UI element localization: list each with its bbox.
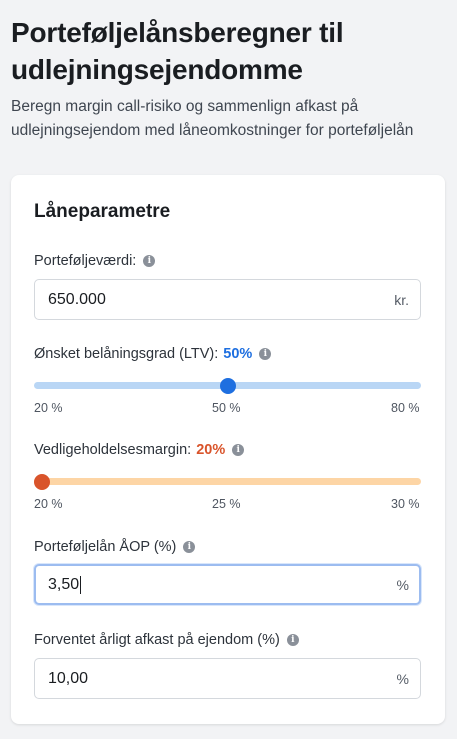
apr-label: Porteføljelån ÅOP (%) i	[34, 539, 196, 555]
percent-suffix: %	[396, 671, 409, 687]
mm-tick-mid: 25 %	[212, 497, 241, 511]
return-value-text: 10,00	[48, 670, 89, 687]
return-label: Forventet årligt afkast på ejendom (%) i	[34, 632, 299, 648]
mm-tick-max: 30 %	[391, 497, 420, 511]
apr-value-text: 3,50	[48, 576, 82, 594]
portfolio-value-text: 650.000	[48, 291, 106, 308]
info-icon[interactable]: i	[232, 444, 245, 456]
ltv-label: Ønsket belåningsgrad (LTV): 50% i	[34, 346, 272, 362]
return-label-text: Forventet årligt afkast på ejendom (%)	[34, 632, 280, 648]
page-title: Porteføljelånsberegner til udlejningseje…	[11, 17, 344, 85]
ltv-label-text: Ønsket belåningsgrad (LTV):	[34, 346, 219, 362]
info-icon[interactable]: i	[259, 348, 272, 360]
ltv-tick-mid: 50 %	[212, 401, 241, 415]
info-icon[interactable]: i	[143, 255, 156, 267]
text-caret	[80, 576, 82, 594]
maintenance-margin-label: Vedligeholdelsesmargin: 20% i	[34, 442, 245, 458]
ltv-tick-min: 20 %	[34, 401, 63, 415]
info-icon[interactable]: i	[183, 541, 196, 553]
info-icon[interactable]: i	[286, 634, 299, 646]
card-title: Låneparametre	[34, 201, 171, 222]
maintenance-margin-value: 20%	[196, 442, 226, 458]
maintenance-margin-slider-track[interactable]	[34, 478, 421, 485]
mm-tick-min: 20 %	[34, 497, 63, 511]
ltv-tick-max: 80 %	[391, 401, 420, 415]
currency-suffix: kr.	[394, 292, 409, 308]
portfolio-value-label: Porteføljeværdi: i	[34, 253, 156, 269]
maintenance-margin-slider-thumb[interactable]	[34, 473, 50, 490]
ltv-value: 50%	[223, 346, 253, 362]
percent-suffix: %	[396, 577, 409, 593]
loan-parameters-card: Låneparametre Porteføljeværdi: i 650.000…	[11, 175, 445, 724]
apr-input[interactable]: 3,50 %	[34, 564, 421, 605]
page-subtitle: Beregn margin call-risiko og sammenlign …	[11, 98, 414, 139]
ltv-slider-thumb[interactable]	[219, 377, 236, 394]
portfolio-value-label-text: Porteføljeværdi:	[34, 253, 137, 269]
portfolio-value-input[interactable]: 650.000 kr.	[34, 279, 421, 320]
maintenance-margin-label-text: Vedligeholdelsesmargin:	[34, 442, 192, 458]
return-input[interactable]: 10,00 %	[34, 658, 421, 699]
apr-label-text: Porteføljelån ÅOP (%)	[34, 539, 177, 555]
